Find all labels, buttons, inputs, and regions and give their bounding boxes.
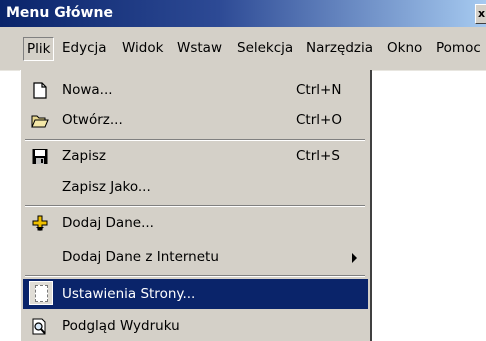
menu-item-label: Otwórz... xyxy=(62,112,123,128)
menu-bar: Plik Edycja Widok Wstaw Selekcja Narzędz… xyxy=(0,27,486,71)
menu-plik[interactable]: Plik xyxy=(23,37,55,61)
submenu-arrow-icon xyxy=(352,253,357,263)
menu-item-zapisz[interactable]: Zapisz Ctrl+S xyxy=(21,142,369,170)
menu-okno[interactable]: Okno xyxy=(387,37,422,59)
open-folder-icon xyxy=(31,115,49,128)
menu-item-podglad-wydruku[interactable]: Podgląd Wydruku xyxy=(21,312,369,340)
menu-wstaw[interactable]: Wstaw xyxy=(177,37,222,59)
print-preview-icon xyxy=(32,318,46,335)
new-document-icon xyxy=(33,82,47,99)
menu-item-dodaj-dane-internet[interactable]: Dodaj Dane z Internetu xyxy=(21,243,369,271)
menu-item-label: Podgląd Wydruku xyxy=(62,318,180,334)
file-menu-dropdown: Nowa... Ctrl+N Otwórz... Ctrl+O Zapisz C… xyxy=(20,70,372,341)
menu-widok[interactable]: Widok xyxy=(122,37,163,59)
menu-item-zapisz-jako[interactable]: Zapisz Jako... xyxy=(21,173,369,201)
menu-item-label: Nowa... xyxy=(62,82,113,98)
save-disk-icon xyxy=(32,149,48,164)
add-data-icon xyxy=(32,215,48,231)
menu-separator xyxy=(25,205,365,207)
menu-item-label: Ustawienia Strony... xyxy=(62,286,196,302)
menu-item-shortcut: Ctrl+S xyxy=(296,148,340,164)
menu-item-nowa[interactable]: Nowa... Ctrl+N xyxy=(21,76,369,104)
menu-pomoc[interactable]: Pomoc xyxy=(436,37,481,59)
menu-item-shortcut: Ctrl+O xyxy=(296,112,342,128)
title-bar: Menu Główne x xyxy=(0,0,486,27)
page-setup-icon xyxy=(29,281,53,305)
close-icon: x xyxy=(478,7,486,20)
menu-item-otworz[interactable]: Otwórz... Ctrl+O xyxy=(21,106,369,134)
menu-item-label: Zapisz Jako... xyxy=(62,179,151,195)
menu-item-ustawienia-strony[interactable]: Ustawienia Strony... xyxy=(23,279,368,309)
menu-separator xyxy=(25,275,365,277)
menu-item-label: Zapisz xyxy=(62,148,106,164)
menu-separator xyxy=(25,139,365,141)
close-button[interactable]: x xyxy=(475,4,486,24)
menu-selekcja[interactable]: Selekcja xyxy=(237,37,293,59)
menu-item-dodaj-dane[interactable]: Dodaj Dane... xyxy=(21,209,369,237)
menu-item-label: Dodaj Dane z Internetu xyxy=(62,249,219,265)
menu-edycja[interactable]: Edycja xyxy=(62,37,107,59)
menu-narzedzia[interactable]: Narzędzia xyxy=(306,37,373,59)
menu-item-shortcut: Ctrl+N xyxy=(296,82,342,98)
menu-item-label: Dodaj Dane... xyxy=(62,215,154,231)
window-title: Menu Główne xyxy=(6,5,113,21)
